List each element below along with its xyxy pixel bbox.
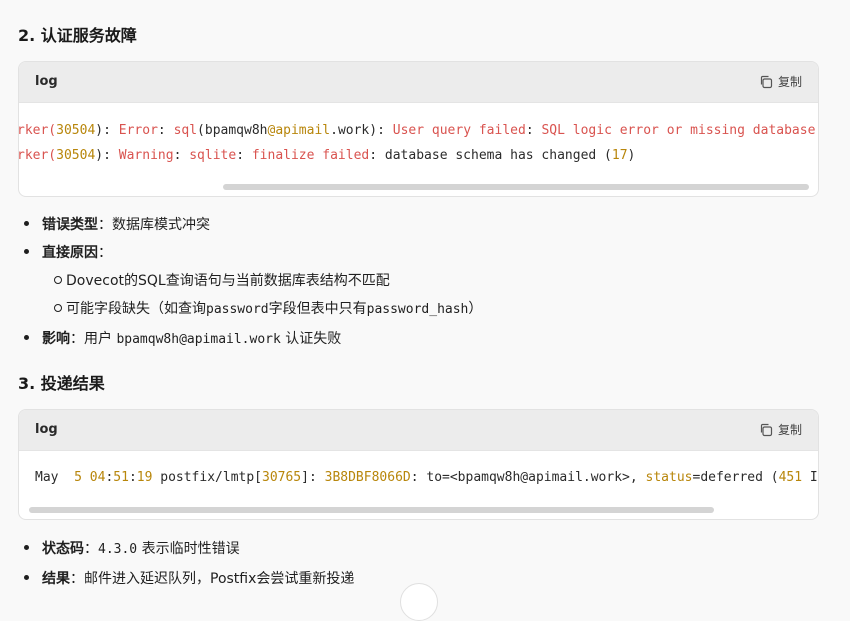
label-impact: 影响 — [42, 331, 70, 347]
code-language-label: log — [35, 422, 58, 437]
bullet-dot — [24, 575, 29, 580]
bullet-dot — [24, 249, 29, 254]
log-line-postfix: May 5 04:51:19 postfix/lmtp[30765]: 3B8D… — [35, 470, 818, 485]
cause-sql-mismatch: Dovecot的SQL查询语句与当前数据库表结构不匹配 — [66, 273, 390, 289]
bullet-circle — [54, 276, 62, 284]
copy-button[interactable]: 复制 — [759, 421, 802, 438]
section-heading-auth-failure: 2. 认证服务故障 — [18, 26, 137, 45]
code-language-label: log — [35, 74, 58, 89]
copy-icon — [760, 75, 773, 88]
copy-button[interactable]: 复制 — [759, 73, 802, 90]
code-block-delivery-log: log 复制 May 5 04:51:19 postfix/lmtp[30765… — [18, 409, 819, 520]
code-body[interactable]: May 5 04:51:19 postfix/lmtp[30765]: 3B8D… — [19, 451, 818, 519]
code-block-auth-log: log 复制 rker(30504): Error: sql(bpamqw8h@… — [18, 61, 819, 197]
bullet-dot — [24, 221, 29, 226]
bullet-dot — [24, 335, 29, 340]
log-line-warning: rker(30504): Warning: sqlite: finalize f… — [19, 148, 636, 163]
inline-code-password: password — [206, 302, 269, 317]
bullet-circle — [54, 304, 62, 312]
label-direct-cause: 直接原因 — [42, 245, 98, 261]
inline-code-user: bpamqw8h@apimail.work — [116, 332, 281, 347]
scroll-to-bottom-button[interactable] — [400, 583, 438, 621]
bullet-dot — [24, 545, 29, 550]
copy-icon — [760, 423, 773, 436]
horizontal-scrollbar[interactable] — [29, 507, 714, 513]
section-heading-delivery-result: 3. 投递结果 — [18, 374, 105, 393]
label-error-type: 错误类型 — [42, 217, 98, 233]
result-value: ：邮件进入延迟队列，Postfix会尝试重新投递 — [70, 571, 355, 587]
copy-label: 复制 — [777, 423, 802, 437]
code-block-header: log 复制 — [19, 410, 818, 451]
code-block-header: log 复制 — [19, 62, 818, 103]
label-result: 结果 — [42, 571, 70, 587]
error-type-value: ：数据库模式冲突 — [98, 217, 210, 233]
copy-label: 复制 — [777, 75, 802, 89]
inline-code-status: 4.3.0 — [98, 542, 138, 557]
label-status-code: 状态码 — [42, 541, 84, 557]
log-line-error: rker(30504): Error: sql(bpamqw8h@apimail… — [19, 123, 816, 138]
code-body[interactable]: rker(30504): Error: sql(bpamqw8h@apimail… — [19, 103, 818, 196]
inline-code-password-hash: password_hash — [366, 302, 469, 317]
horizontal-scrollbar[interactable] — [223, 184, 809, 190]
